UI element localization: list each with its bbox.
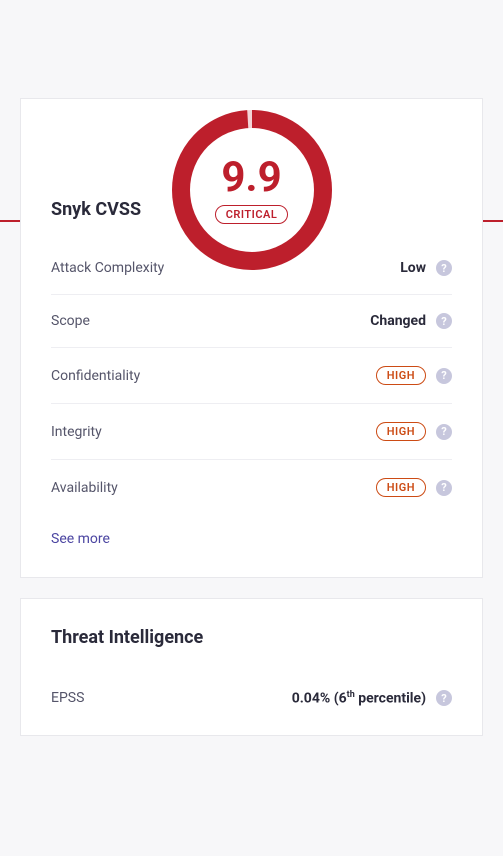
threat-title: Threat Intelligence [51, 627, 452, 648]
metric-value-wrap: Changed? [370, 313, 452, 329]
metric-row: Scope Changed? [51, 295, 452, 348]
help-icon[interactable]: ? [436, 260, 452, 276]
severity-pill-high: HIGH [376, 478, 426, 497]
metric-label: Availability [51, 480, 118, 496]
metric-label: Confidentiality [51, 368, 140, 384]
epss-value: 0.04% (6th percentile) [292, 690, 426, 707]
metric-value-wrap: Low? [400, 260, 452, 276]
metric-value: Low [400, 260, 426, 276]
metric-value-wrap: HIGH? [376, 422, 452, 441]
severity-pill-high: HIGH [376, 366, 426, 385]
help-icon[interactable]: ? [436, 313, 452, 329]
epss-row: EPSS 0.04% (6th percentile) ? [51, 670, 452, 707]
severity-pill-high: HIGH [376, 422, 426, 441]
epss-label: EPSS [51, 690, 84, 706]
metric-value-wrap: HIGH? [376, 366, 452, 385]
help-icon[interactable]: ? [436, 368, 452, 384]
metric-row: Confidentiality HIGH? [51, 348, 452, 404]
metric-row: Availability HIGH? [51, 460, 452, 515]
metric-row: Integrity HIGH? [51, 404, 452, 460]
score-inner: 9.9 CRITICAL [190, 128, 314, 252]
threat-card: Threat Intelligence EPSS 0.04% (6th perc… [20, 598, 483, 736]
metric-label: Integrity [51, 424, 102, 440]
score-badge: 9.9 CRITICAL [172, 110, 332, 270]
metric-value-wrap: HIGH? [376, 478, 452, 497]
help-icon[interactable]: ? [436, 480, 452, 496]
see-more-link[interactable]: See more [51, 531, 452, 547]
help-icon[interactable]: ? [436, 424, 452, 440]
help-icon[interactable]: ? [436, 690, 452, 706]
score-value: 9.9 [221, 157, 281, 199]
metric-value: Changed [370, 313, 426, 329]
metric-label: Attack Complexity [51, 260, 164, 276]
metric-label: Scope [51, 313, 90, 329]
severity-pill: CRITICAL [215, 205, 289, 224]
